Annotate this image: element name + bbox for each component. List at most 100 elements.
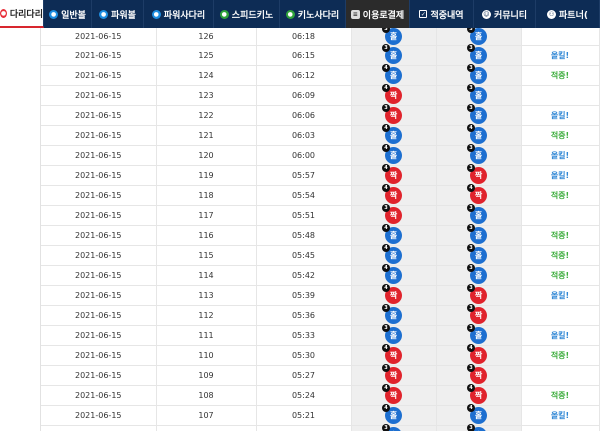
ball-badge: 3 [467, 264, 475, 272]
table-row: 2021-06-15 118 05:54 4 짝 4 짝 적중! [41, 184, 600, 206]
result-cell: 올킬! [521, 285, 600, 306]
round-cell: 124 [156, 65, 257, 86]
pick-b-cell: 3홀 [436, 264, 522, 286]
odd-ball-icon: 3홀 [467, 324, 487, 344]
table-row: 2021-06-15 126 06:18 3 홀 3 홀 [41, 28, 600, 46]
ball-badge: 3 [467, 104, 475, 112]
nav-item-3[interactable]: ● 파워사다리 [144, 0, 214, 28]
nav-item-4[interactable]: ● 스피드키노 [214, 0, 280, 28]
odd-ball-icon: 4홀 [382, 404, 402, 424]
ball-badge: 4 [467, 344, 475, 352]
table-row: 2021-06-15 120 06:00 4 홀 3 홀 올킬! [41, 144, 600, 166]
result-cell: 적중! [521, 425, 600, 431]
ball-label: 홀 [389, 271, 398, 280]
pick-a-cell: 4짝 [351, 84, 437, 106]
pick-b-cell: 3홀 [436, 28, 522, 46]
pick-b-cell: 3홀 [436, 104, 522, 126]
top-nav-bar: ● 다리다리 ● 일반볼 ● 파워볼 ● 파워사다리 ● 스피드키노 ● 키노사다리 ≡ 이용로결제 ✓ 적중… [0, 0, 600, 28]
date-cell: 2021-06-15 [41, 265, 157, 286]
ball-badge: 4 [467, 384, 475, 392]
result-cell: 적중! [521, 225, 600, 246]
time-cell: 05:39 [256, 285, 352, 306]
ball-label: 홀 [389, 151, 398, 160]
ball-label: 홀 [474, 71, 483, 80]
odd-ball-icon: 3홀 [467, 264, 487, 284]
result-text: 적중! [550, 231, 570, 240]
ball-label: 홀 [474, 32, 483, 41]
odd-ball-icon: 3홀 [382, 304, 402, 324]
odd-ball-icon: 4홀 [382, 224, 402, 244]
pick-b-cell: 3짝 [436, 364, 522, 386]
nav-item-5[interactable]: ● 키노사다리 [280, 0, 346, 28]
left-margin [0, 28, 40, 431]
ball-badge: 4 [382, 384, 390, 392]
round-cell: 120 [156, 145, 257, 166]
ball-label: 짝 [389, 371, 398, 380]
partner-icon: ⚇ [547, 9, 557, 19]
nav-item-6[interactable]: ≡ 이용로결제 [346, 0, 410, 28]
time-cell: 06:15 [256, 45, 352, 66]
odd-ball-icon: 4홀 [467, 124, 487, 144]
ball-label: 짝 [389, 171, 398, 180]
nav-item-label: 적중내역 [430, 10, 464, 21]
even-ball-icon: 3짝 [467, 284, 487, 304]
odd-ball-icon: 3홀 [467, 204, 487, 224]
round-cell: 107 [156, 405, 257, 426]
ball-label: 짝 [389, 191, 398, 200]
nav-item-9[interactable]: ⚇ 파트너( [536, 0, 600, 28]
date-cell: 2021-06-15 [41, 285, 157, 306]
even-ball-icon: 4짝 [382, 284, 402, 304]
round-cell: 106 [156, 425, 257, 431]
nav-item-0[interactable]: ● 다리다리 [0, 0, 44, 28]
pick-a-cell: 3홀 [351, 424, 437, 431]
community-icon: ☺ [481, 9, 491, 19]
table-row: 2021-06-15 125 06:15 3 홀 3 홀 올킬! [41, 44, 600, 66]
pick-a-cell: 3짝 [351, 204, 437, 226]
pick-b-cell: 3홀 [436, 244, 522, 266]
date-cell: 2021-06-15 [41, 85, 157, 106]
pick-b-cell: 3홀 [436, 64, 522, 86]
date-cell: 2021-06-15 [41, 145, 157, 166]
ball-badge: 3 [467, 44, 475, 52]
even-ball-icon: 4짝 [467, 344, 487, 364]
result-text: 적중! [550, 191, 570, 200]
speed-keno-icon: ● [219, 9, 229, 19]
nav-item-7[interactable]: ✓ 적중내역 [410, 0, 474, 28]
ball-label: 짝 [474, 291, 483, 300]
time-cell: 05:33 [256, 325, 352, 346]
round-cell: 115 [156, 245, 257, 266]
result-text: 올킬! [550, 111, 570, 120]
pick-b-cell: 3홀 [436, 324, 522, 346]
pick-a-cell: 4짝 [351, 184, 437, 206]
ball-label: 홀 [474, 151, 483, 160]
nav-item-label: 파트너( [559, 10, 588, 21]
pick-a-cell: 3홀 [351, 324, 437, 346]
time-cell: 05:21 [256, 405, 352, 426]
pick-a-cell: 4짝 [351, 284, 437, 306]
date-cell: 2021-06-15 [41, 405, 157, 426]
table-row: 2021-06-15 109 05:27 3 짝 3 짝 [41, 364, 600, 386]
table-row: 2021-06-15 123 06:09 4 짝 3 홀 [41, 84, 600, 106]
pick-a-cell: 4홀 [351, 144, 437, 166]
date-cell: 2021-06-15 [41, 365, 157, 386]
ball-badge: 4 [382, 64, 390, 72]
ball-badge: 3 [467, 364, 475, 372]
nav-item-8[interactable]: ☺ 커뮤니티 [474, 0, 536, 28]
odd-ball-icon: 3홀 [467, 64, 487, 84]
ball-label: 짝 [389, 211, 398, 220]
round-cell: 116 [156, 225, 257, 246]
ball-label: 홀 [474, 91, 483, 100]
nav-item-2[interactable]: ● 파워볼 [92, 0, 144, 28]
result-cell [521, 85, 600, 106]
ball-label: 짝 [389, 391, 398, 400]
date-cell: 2021-06-15 [41, 305, 157, 326]
nav-item-1[interactable]: ● 일반볼 [44, 0, 92, 28]
date-cell: 2021-06-15 [41, 325, 157, 346]
ball-badge: 4 [382, 124, 390, 132]
ball-badge: 3 [382, 364, 390, 372]
ball-badge: 3 [382, 28, 390, 33]
ball-badge: 3 [467, 84, 475, 92]
result-text: 올킬! [550, 151, 570, 160]
time-cell: 05:27 [256, 365, 352, 386]
even-ball-icon: 3짝 [382, 204, 402, 224]
